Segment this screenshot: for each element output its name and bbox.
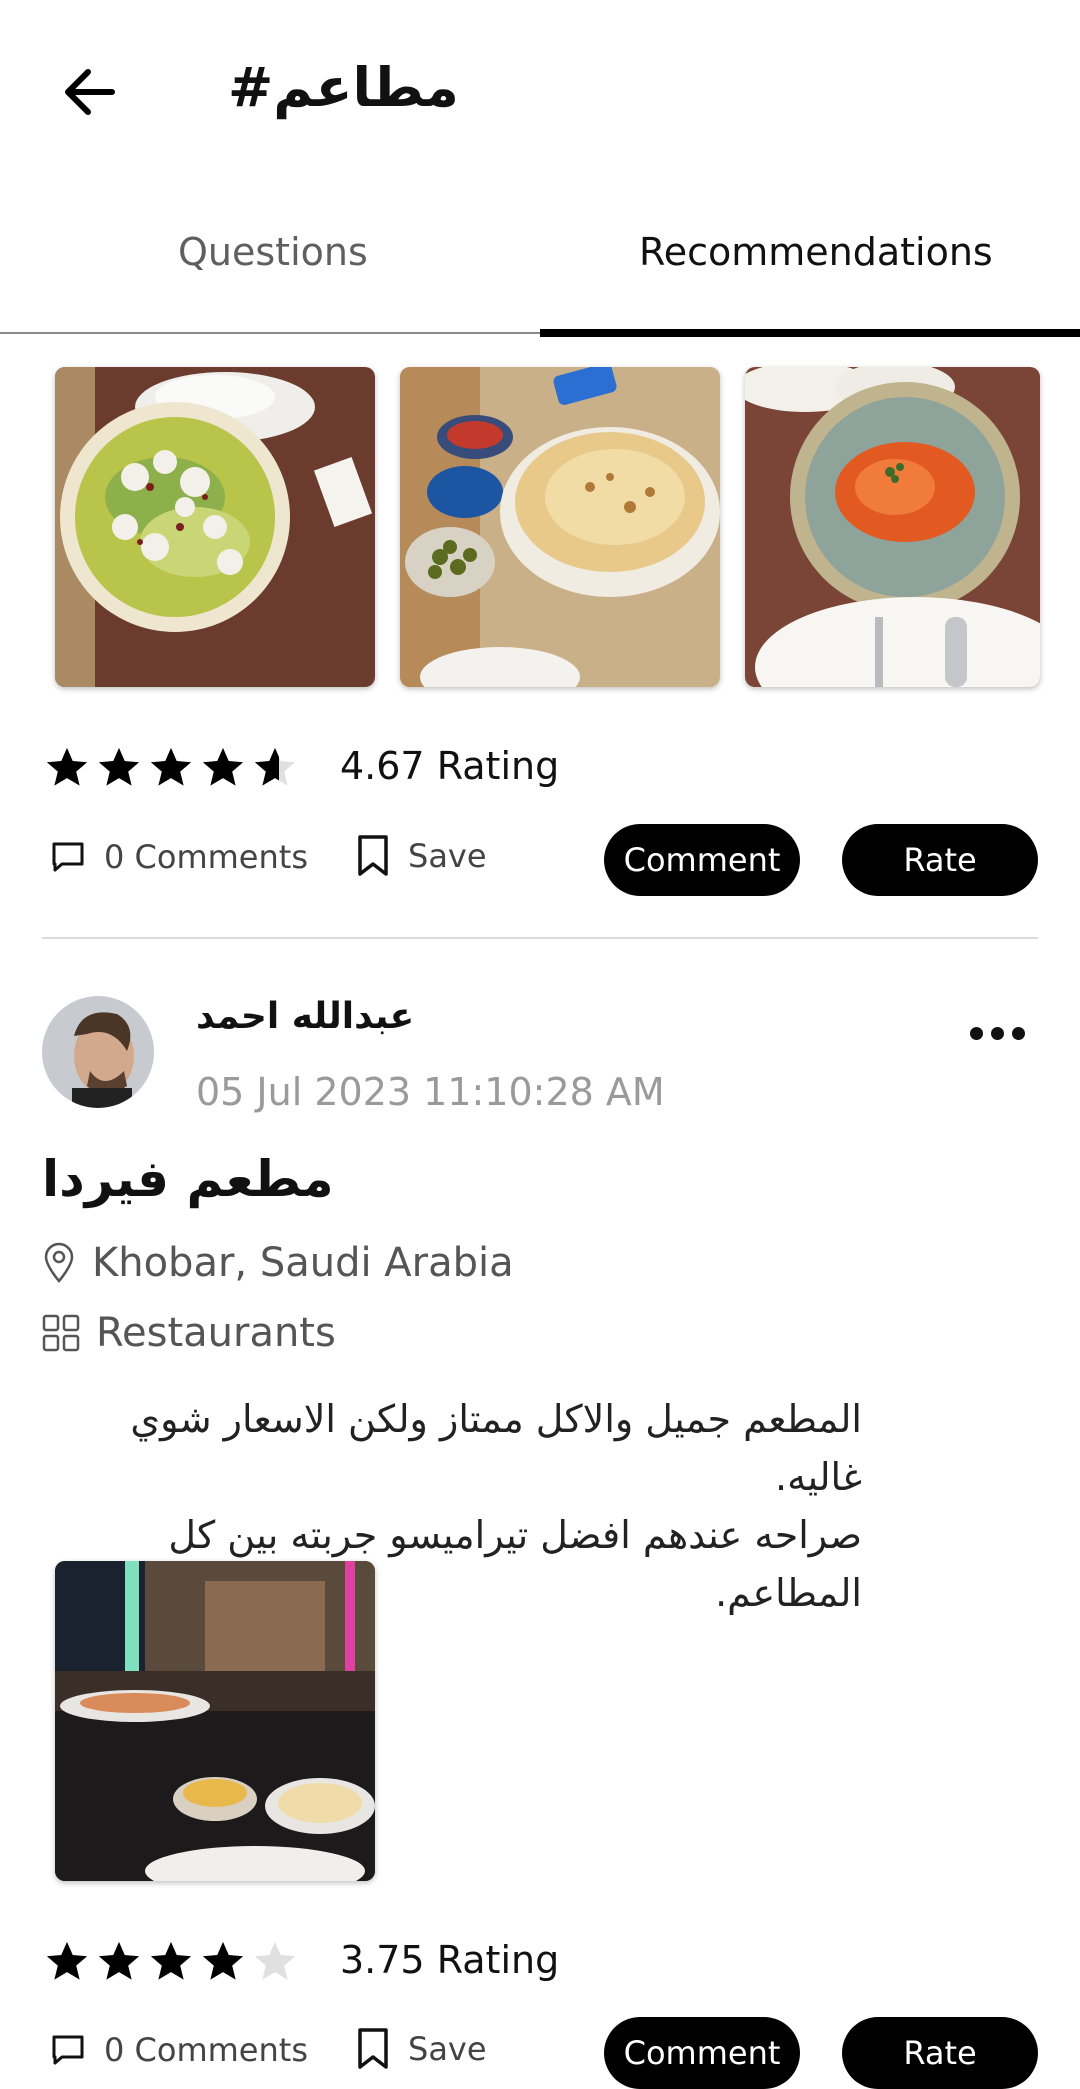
comment-button[interactable]: Comment [604,2017,800,2089]
comment-button[interactable]: Comment [604,824,800,896]
star-icon [202,1941,244,1980]
category-text: Restaurants [96,1310,336,1356]
star-half-icon [254,747,296,786]
back-arrow-icon[interactable] [58,60,122,124]
star-icon [98,1941,140,1980]
star-icon [46,747,88,786]
tab-bar: Questions Recommendations [0,200,1080,337]
star-icon [150,747,192,786]
tab-recommendations[interactable]: Recommendations [639,230,993,274]
post-body-line: المطعم جميل والاكل ممتاز ولكن الاسعار شو… [130,1397,862,1499]
post-actions: 0 Comments Save Comment Rate [0,2017,1080,2089]
avatar[interactable] [42,996,154,1108]
bookmark-icon [358,835,388,876]
location-text: Khobar, Saudi Arabia [92,1240,514,1286]
star-icon [150,1941,192,1980]
star-empty-icon [254,1941,296,1980]
post-photo-pasta[interactable] [745,367,1040,687]
star-rating [44,1938,298,1984]
more-options-icon[interactable] [970,1018,1030,1048]
star-rating [44,744,298,790]
save-label: Save [408,2030,487,2068]
post-photo-salad[interactable] [55,367,375,687]
rate-button[interactable]: Rate [842,2017,1038,2089]
category-grid-icon [42,1314,80,1352]
star-icon [98,747,140,786]
comments-count: 0 Comments [104,2031,308,2069]
post-title: مطعم فيردا [42,1150,334,1208]
save-label: Save [408,837,487,875]
tab-questions[interactable]: Questions [178,230,368,274]
app-header: #مطاعم [0,0,1080,185]
post-photo-bread[interactable] [400,367,720,687]
comments-link[interactable]: 0 Comments [50,838,308,876]
star-icon [202,747,244,786]
location-pin-icon [44,1242,74,1283]
rating-value: 4.67 Rating [340,744,560,788]
bookmark-icon [358,2028,388,2069]
rate-button[interactable]: Rate [842,824,1038,896]
save-link[interactable]: Save [356,834,487,878]
location-row: Khobar, Saudi Arabia [42,1240,514,1286]
save-link[interactable]: Save [356,2027,487,2071]
comments-count: 0 Comments [104,838,308,876]
rating-value: 3.75 Rating [340,1938,560,1982]
active-tab-indicator [540,329,1080,337]
page-title: #مطاعم [228,56,459,119]
comment-bubble-icon [52,842,84,872]
author-name[interactable]: عبدالله احمد [196,996,414,1037]
post-photo-restaurant[interactable] [55,1561,375,1881]
post-timestamp: 05 Jul 2023 11:10:28 AM [196,1070,665,1114]
star-icon [46,1941,88,1980]
post-actions: 0 Comments Save Comment Rate [0,824,1080,896]
comments-link[interactable]: 0 Comments [50,2031,308,2069]
comment-bubble-icon [52,2035,84,2065]
category-row: Restaurants [42,1310,336,1356]
post-divider [42,937,1038,939]
